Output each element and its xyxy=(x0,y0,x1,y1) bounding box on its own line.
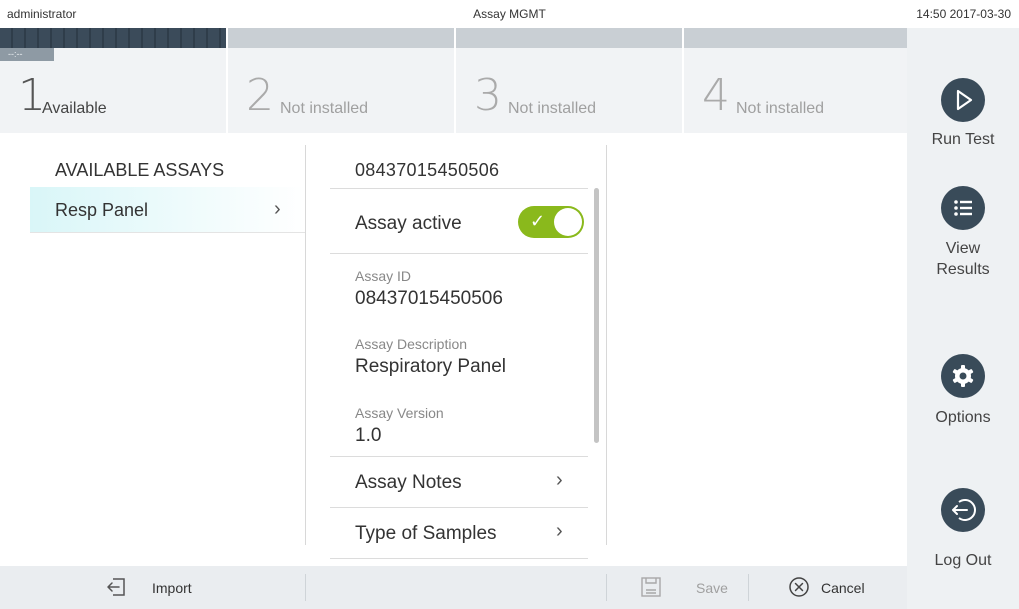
save-icon xyxy=(640,576,662,603)
module-tab-3[interactable]: 3 Not installed xyxy=(456,28,682,133)
chevron-right-icon: › xyxy=(274,198,281,220)
cancel-button[interactable]: Cancel xyxy=(788,566,898,609)
gear-icon xyxy=(941,354,985,398)
import-button[interactable]: Import xyxy=(105,566,215,609)
module-tab-4[interactable]: 4 Not installed xyxy=(684,28,907,133)
available-assays-panel: AVAILABLE ASSAYS Resp Panel › xyxy=(0,133,305,559)
run-test-button[interactable]: Run Test xyxy=(907,78,1019,158)
toolbar-divider xyxy=(748,574,749,601)
assay-notes-label: Assay Notes xyxy=(355,472,462,493)
module-number: 3 xyxy=(474,70,502,121)
module-tab-1[interactable]: --:-- 1 Available xyxy=(0,28,226,133)
module-progress-bar xyxy=(0,28,226,48)
toolbar-divider xyxy=(606,574,607,601)
import-label: Import xyxy=(152,580,192,596)
assay-description-label: Assay Description xyxy=(355,336,468,352)
assay-active-toggle[interactable]: ✓ xyxy=(518,206,584,238)
module-status: Not installed xyxy=(736,100,825,117)
detail-scrollbar[interactable] xyxy=(594,188,599,443)
assay-id-value: 08437015450506 xyxy=(355,288,503,309)
screen-title: Assay MGMT xyxy=(473,7,546,21)
divider xyxy=(330,188,588,189)
options-button[interactable]: Options xyxy=(907,354,1019,434)
import-icon xyxy=(105,576,127,603)
run-test-label: Run Test xyxy=(931,131,995,148)
available-assays-header: AVAILABLE ASSAYS xyxy=(55,160,225,180)
module-number: 2 xyxy=(246,70,274,121)
assay-id-label: Assay ID xyxy=(355,268,412,284)
panel-divider xyxy=(606,145,607,545)
save-label: Save xyxy=(696,580,728,596)
check-icon: ✓ xyxy=(530,211,546,231)
module-number: 4 xyxy=(702,70,730,121)
assay-detail-panel: 08437015450506 Assay active ✓ Assay ID 0… xyxy=(330,133,599,559)
options-label: Options xyxy=(935,409,991,426)
module-tabs: --:-- 1 Available 2 Not installed 3 Not … xyxy=(0,28,907,133)
assay-version-value: 1.0 xyxy=(355,425,382,446)
module-tab-2[interactable]: 2 Not installed xyxy=(228,28,454,133)
log-out-label: Log Out xyxy=(934,552,992,569)
cancel-label: Cancel xyxy=(821,580,865,596)
module-status: Not installed xyxy=(508,100,597,117)
divider xyxy=(330,253,588,254)
toolbar-divider xyxy=(305,574,306,601)
chevron-right-icon: › xyxy=(556,520,563,542)
view-results-button[interactable]: View Results xyxy=(907,186,1019,286)
list-icon xyxy=(941,186,985,230)
toggle-knob xyxy=(554,208,582,236)
assay-detail-header: 08437015450506 xyxy=(355,160,500,180)
view-results-label-line1: View xyxy=(945,240,981,257)
divider xyxy=(330,507,588,508)
chevron-right-icon: › xyxy=(556,469,563,491)
module-status: Available xyxy=(42,100,107,117)
divider xyxy=(330,456,588,457)
module-progress-bar xyxy=(228,28,454,48)
divider xyxy=(330,558,588,559)
cancel-icon xyxy=(788,576,810,603)
date-time: 14:50 2017-03-30 xyxy=(916,7,1011,21)
assay-version-label: Assay Version xyxy=(355,405,444,421)
assay-list-item[interactable]: Resp Panel › xyxy=(30,187,305,233)
save-button[interactable]: Save xyxy=(640,566,750,609)
panel-divider xyxy=(305,145,306,545)
view-results-label-line2: Results xyxy=(936,261,990,278)
logout-icon xyxy=(941,488,985,532)
module-progress-bar xyxy=(456,28,682,48)
module-progress-bar xyxy=(684,28,907,48)
type-of-samples-label: Type of Samples xyxy=(355,523,497,544)
play-icon xyxy=(941,78,985,122)
assay-name: Resp Panel xyxy=(55,200,149,220)
module-status: Not installed xyxy=(280,100,369,117)
assay-active-label: Assay active xyxy=(355,213,462,234)
main-sidebar: Run Test View Results Options Log Out xyxy=(907,28,1019,609)
log-out-button[interactable]: Log Out xyxy=(907,488,1019,569)
module-timer: --:-- xyxy=(0,48,54,61)
bottom-toolbar: Import Save Cancel xyxy=(0,566,907,609)
status-bar: administrator Assay MGMT 14:50 2017-03-3… xyxy=(0,0,1019,28)
assay-description-value: Respiratory Panel xyxy=(355,356,507,377)
